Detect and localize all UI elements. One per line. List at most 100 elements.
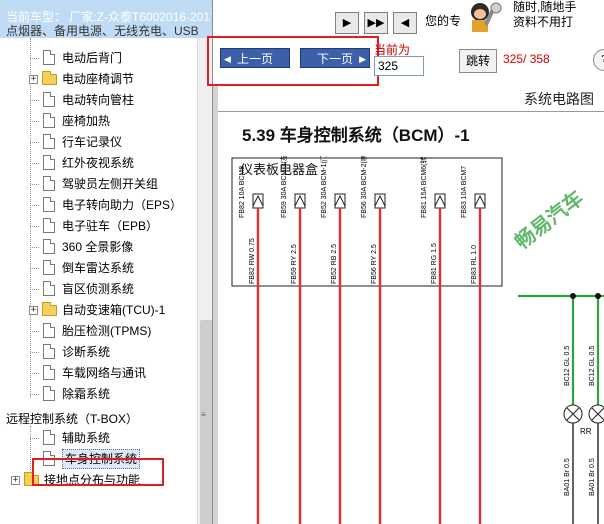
info-text: 您的专 — [425, 14, 462, 28]
jump-button[interactable]: 跳转 — [459, 49, 497, 73]
tree-connector — [30, 226, 39, 227]
wire-label: FB82 RW 0.75 — [249, 238, 256, 284]
tree-item-label: 胎压检测(TPMS) — [62, 324, 152, 338]
tree-item-label: 倒车雷达系统 — [62, 261, 135, 275]
tree-item[interactable]: 行车记录仪 — [0, 132, 197, 152]
document-icon — [43, 430, 55, 445]
tree-item-label: 车载网络与通讯 — [62, 366, 147, 380]
tree-item[interactable]: 诊断系统 — [0, 342, 197, 362]
tree-item[interactable]: 盲区侦测系统 — [0, 279, 197, 299]
tree-connector — [30, 331, 39, 332]
brand-banner: 随时,随地手 资料不用打 — [513, 0, 604, 36]
help-button[interactable]: ? — [593, 49, 604, 71]
tree-connector — [30, 289, 39, 290]
highlight-selected-box — [32, 458, 164, 486]
lower-wires: BC12 GL 0.5 BA01 Br 0.5 BC12 GL 0.5 BA01 Br… — [518, 293, 604, 524]
expand-icon[interactable]: + — [11, 476, 20, 485]
junction-dot — [570, 293, 576, 299]
expand-icon[interactable]: + — [29, 306, 38, 315]
tree-item[interactable]: 倒车雷达系统 — [0, 258, 197, 278]
tree-item-label: 红外夜视系统 — [62, 156, 135, 170]
wire-label: FB56 RY 2.5 — [371, 244, 378, 284]
document-icon — [43, 239, 55, 254]
tree-item-label: 自动变速箱(TCU)-1 — [62, 303, 166, 317]
tree-connector — [30, 163, 39, 164]
wire-label: BA01 Br 0.5 — [564, 458, 571, 496]
tree-connector — [30, 247, 39, 248]
play-button[interactable]: ▶ — [335, 12, 359, 34]
fuse-id-label: FB81 15A BCM6(转向灯/示宽灯/雾灯/刹车灯) — [419, 156, 428, 218]
tree-item[interactable]: 座椅加热 — [0, 111, 197, 131]
window-title-text: 当前车型： 厂家:Z-众泰T6002016-2017（运动版） — [6, 10, 212, 24]
fuse-id-label: FB83 10A BCM7 — [461, 166, 468, 218]
wire-label: FB81 RG 1.5 — [431, 243, 438, 284]
tree-view: 电动后背门 + 电动座椅调节电动转向管柱座椅加热行车记录仪红外夜视系统驾驶员左侧开关… — [0, 38, 197, 524]
document-page: 系统电路图 5.39 车身控制系统（BCM）-1 仪表板电器盒 FB82 10A… — [218, 86, 604, 524]
tree-item[interactable]: 胎压检测(TPMS) — [0, 321, 197, 341]
page-count: 325/ 358 — [503, 52, 550, 66]
fuse-id-label: FB59 30A BCM-3(左车窗/前照灯继电器) — [279, 156, 288, 218]
lamp-symbol — [588, 404, 604, 424]
tree-item[interactable]: + 电动座椅调节 — [0, 69, 197, 89]
tree-item-label: 座椅加热 — [62, 114, 111, 128]
wire-label: FB59 RY 2.5 — [291, 244, 298, 284]
tree-connector — [30, 352, 39, 353]
folder-icon — [42, 71, 57, 85]
folder-icon — [42, 302, 57, 316]
tree-item[interactable]: 驾驶员左侧开关组 — [0, 174, 197, 194]
document-icon — [43, 50, 55, 65]
scroll-arrow-icon: ≡ — [201, 410, 206, 419]
document-icon — [43, 113, 55, 128]
tree-item-label: 电子驻车（EPB） — [62, 219, 159, 233]
tree-connector — [30, 142, 39, 143]
tree-item[interactable]: 电动转向管柱 — [0, 90, 197, 110]
page-number-input[interactable]: 325 — [374, 56, 424, 76]
tree-item[interactable]: 辅助系统 — [0, 428, 197, 448]
tree-group-label[interactable]: 远程控制系统（T-BOX） — [6, 409, 138, 429]
tree-connector — [30, 438, 39, 439]
document-icon — [43, 134, 55, 149]
document-icon — [43, 155, 55, 170]
document-icon — [43, 92, 55, 107]
tree-item[interactable]: 电子转向助力（EPS） — [0, 195, 197, 215]
tree-item-label: 行车记录仪 — [62, 135, 123, 149]
document-icon — [43, 344, 55, 359]
document-icon — [43, 281, 55, 296]
tree-panel: 当前车型： 厂家:Z-众泰T6002016-2017（运动版） 点烟器、备用电源… — [0, 0, 213, 524]
fuse-id-label: FB82 10A BCM8 — [239, 166, 246, 218]
window-subtitle: 点烟器、备用电源、无线充电、USB — [6, 24, 199, 38]
junction-dot — [595, 293, 601, 299]
tree-scrollbar[interactable]: ≡ — [197, 38, 212, 524]
section-title: 5.39 车身控制系统（BCM）-1 — [242, 126, 470, 145]
tree-connector — [30, 100, 39, 101]
document-header-text: 系统电路图 — [524, 92, 594, 108]
wire-label: FB52 RB 2.5 — [331, 244, 338, 284]
tree-item[interactable]: 电子驻车（EPB） — [0, 216, 197, 236]
document-icon — [43, 365, 55, 380]
fast-forward-button[interactable]: ▶▶ — [364, 12, 388, 34]
scrollbar-thumb[interactable] — [200, 320, 212, 524]
tree-item[interactable]: 360 全景影像 — [0, 237, 197, 257]
document-icon — [43, 176, 55, 191]
tree-item-label: 电子转向助力（EPS） — [62, 198, 183, 212]
tree-item[interactable]: 除霜系统 — [0, 384, 197, 404]
wire-label: BA01 Br 0.5 — [589, 458, 596, 496]
tree-connector — [30, 268, 39, 269]
content-area: ▶ ▶▶ ◀ 您的专 随时,随地手 资料不用打 ◀ 上一页 下一页 ▶ 当前为 — [207, 0, 604, 524]
tree-item[interactable]: 车载网络与通讯 — [0, 363, 197, 383]
wire-label: FB83 RL 1.0 — [471, 245, 478, 284]
document-icon — [43, 197, 55, 212]
tree-item-label: 电动后背门 — [62, 51, 123, 65]
tree-connector — [30, 58, 39, 59]
mascot-icon — [471, 2, 502, 32]
tree-item[interactable]: 红外夜视系统 — [0, 153, 197, 173]
expand-icon[interactable]: + — [29, 75, 38, 84]
back-button[interactable]: ◀ — [393, 12, 417, 34]
fuse-id-label: FB52 30A BCM-1(门锁/后车窗) — [319, 156, 328, 218]
tree-item-label: 诊断系统 — [62, 345, 111, 359]
tree-item-label: 电动座椅调节 — [62, 72, 135, 86]
tree-item[interactable]: + 自动变速箱(TCU)-1 — [0, 300, 197, 320]
tree-item[interactable]: 电动后背门 — [0, 48, 197, 68]
tree-connector — [30, 373, 39, 374]
document-icon — [43, 260, 55, 275]
